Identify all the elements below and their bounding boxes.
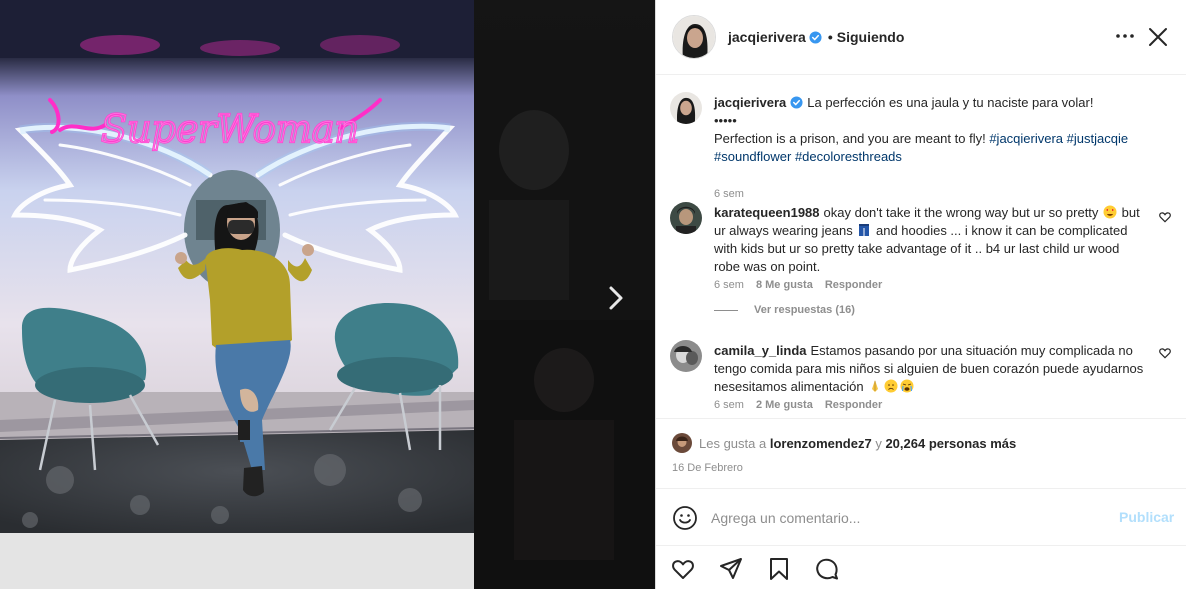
post-date[interactable]: 16 De Febrero xyxy=(672,462,743,474)
likes-summary[interactable]: Les gusta a lorenzomendez7 y 20,264 pers… xyxy=(672,433,1016,453)
comment-likes[interactable]: 2 Me gusta xyxy=(756,399,813,411)
star-struck-emoji-icon xyxy=(1103,205,1117,219)
comment-like-heart-icon[interactable] xyxy=(1158,210,1172,224)
comment-item: camila_y_linda Estamos pasando por una si… xyxy=(670,340,1172,418)
comment-input[interactable] xyxy=(711,507,1101,529)
post-detail-panel: jacqierivera • Siguiendo jacqierivera La… xyxy=(655,0,1186,589)
liker-avatar-image xyxy=(672,433,692,453)
caption-time[interactable]: 6 sem xyxy=(714,188,744,200)
author-avatar-image xyxy=(673,16,715,58)
media-area: SuperWoman SuperWoman xyxy=(0,0,655,589)
comment-time[interactable]: 6 sem xyxy=(714,279,744,291)
praying-hands-emoji-icon xyxy=(872,380,879,392)
commenter-username[interactable]: karatequeen1988 xyxy=(714,205,820,220)
comment-text: camila_y_linda Estamos pasando por una si… xyxy=(714,342,1144,396)
commenter-username[interactable]: camila_y_linda xyxy=(714,343,807,358)
caption-dots: ••••• xyxy=(714,113,737,128)
heart-icon[interactable] xyxy=(670,556,696,582)
commenter-avatar-image xyxy=(670,340,702,372)
liker-username[interactable]: lorenzomendez7 xyxy=(770,436,872,451)
comment-like-heart-icon[interactable] xyxy=(1158,346,1172,360)
replies-line xyxy=(714,309,738,311)
hashtag-link[interactable]: #soundflower xyxy=(714,149,791,164)
caption-line-en: Perfection is a prison, and you are mean… xyxy=(714,131,986,146)
author-avatar[interactable] xyxy=(672,15,716,59)
save-icon[interactable] xyxy=(766,556,792,582)
hashtag-link[interactable]: #justjacqie xyxy=(1067,131,1128,146)
jeans-emoji-icon xyxy=(859,224,870,236)
verified-badge-icon xyxy=(809,30,822,44)
commenter-avatar-image xyxy=(670,202,702,234)
hashtag-link[interactable]: #jacqierivera xyxy=(989,131,1063,146)
svg-text:SuperWoman: SuperWoman xyxy=(101,107,359,151)
comment-text-part: okay don't take it the wrong way but ur … xyxy=(823,205,1099,220)
caption-text: jacqierivera La perfección es una jaula y… xyxy=(714,94,1144,166)
verified-badge-icon xyxy=(790,96,803,109)
photo-bottom-strip xyxy=(0,533,474,589)
caption-meta: 6 sem xyxy=(714,188,756,200)
comment-text: karatequeen1988 okay don't take it the wr… xyxy=(714,204,1144,276)
likes-prefix: Les gusta a xyxy=(699,435,767,451)
likes-section: Les gusta a lorenzomendez7 y 20,264 pers… xyxy=(656,418,1186,488)
liker-avatar xyxy=(672,433,692,453)
likes-count[interactable]: 20,264 personas más xyxy=(885,436,1016,451)
sad-face-emoji-icon xyxy=(884,379,898,393)
view-replies-button[interactable]: Ver respuestas (16) xyxy=(714,304,855,316)
add-comment-bar: Publicar xyxy=(656,488,1186,545)
smiley-icon[interactable] xyxy=(672,505,698,531)
caption-line-es: La perfección es una jaula y tu naciste … xyxy=(807,95,1094,110)
comment-time[interactable]: 6 sem xyxy=(714,399,744,411)
publish-button[interactable]: Publicar xyxy=(1119,509,1174,525)
reply-button[interactable]: Responder xyxy=(825,399,882,411)
close-icon[interactable] xyxy=(1145,24,1171,50)
caption-avatar[interactable] xyxy=(670,92,702,124)
post-caption: jacqierivera La perfección es una jaula y… xyxy=(670,92,1170,200)
crying-face-emoji-icon xyxy=(900,379,914,393)
comments-list[interactable]: jacqierivera La perfección es una jaula y… xyxy=(656,76,1186,418)
more-options-icon[interactable] xyxy=(1112,25,1138,47)
header-name-row: jacqierivera • Siguiendo xyxy=(728,29,904,45)
comment-likes[interactable]: 8 Me gusta xyxy=(756,279,813,291)
header-username[interactable]: jacqierivera xyxy=(728,29,806,45)
caption-username[interactable]: jacqierivera xyxy=(714,95,786,110)
post-header: jacqierivera • Siguiendo xyxy=(656,0,1186,75)
comment-item: karatequeen1988 okay don't take it the wr… xyxy=(670,202,1172,312)
reply-button[interactable]: Responder xyxy=(825,279,882,291)
comment-meta: 6 sem 2 Me gusta Responder xyxy=(714,399,894,411)
comment-icon[interactable] xyxy=(814,556,840,582)
comment-meta: 6 sem 8 Me gusta Responder xyxy=(714,279,894,291)
view-replies-label: Ver respuestas (16) xyxy=(754,304,855,316)
separator-dot: • xyxy=(827,29,833,45)
post-actions-bar xyxy=(656,545,1186,589)
chevron-right-icon[interactable] xyxy=(598,280,634,316)
photo-illustration: SuperWoman SuperWoman xyxy=(0,0,474,533)
share-icon[interactable] xyxy=(718,556,744,582)
likes-conjunction: y xyxy=(875,435,882,451)
caption-avatar-image xyxy=(670,92,702,124)
following-button[interactable]: Siguiendo xyxy=(837,29,905,45)
hashtag-link[interactable]: #decoloresthreads xyxy=(795,149,902,164)
commenter-avatar[interactable] xyxy=(670,202,702,234)
commenter-avatar[interactable] xyxy=(670,340,702,372)
post-photo[interactable]: SuperWoman SuperWoman xyxy=(0,0,474,589)
